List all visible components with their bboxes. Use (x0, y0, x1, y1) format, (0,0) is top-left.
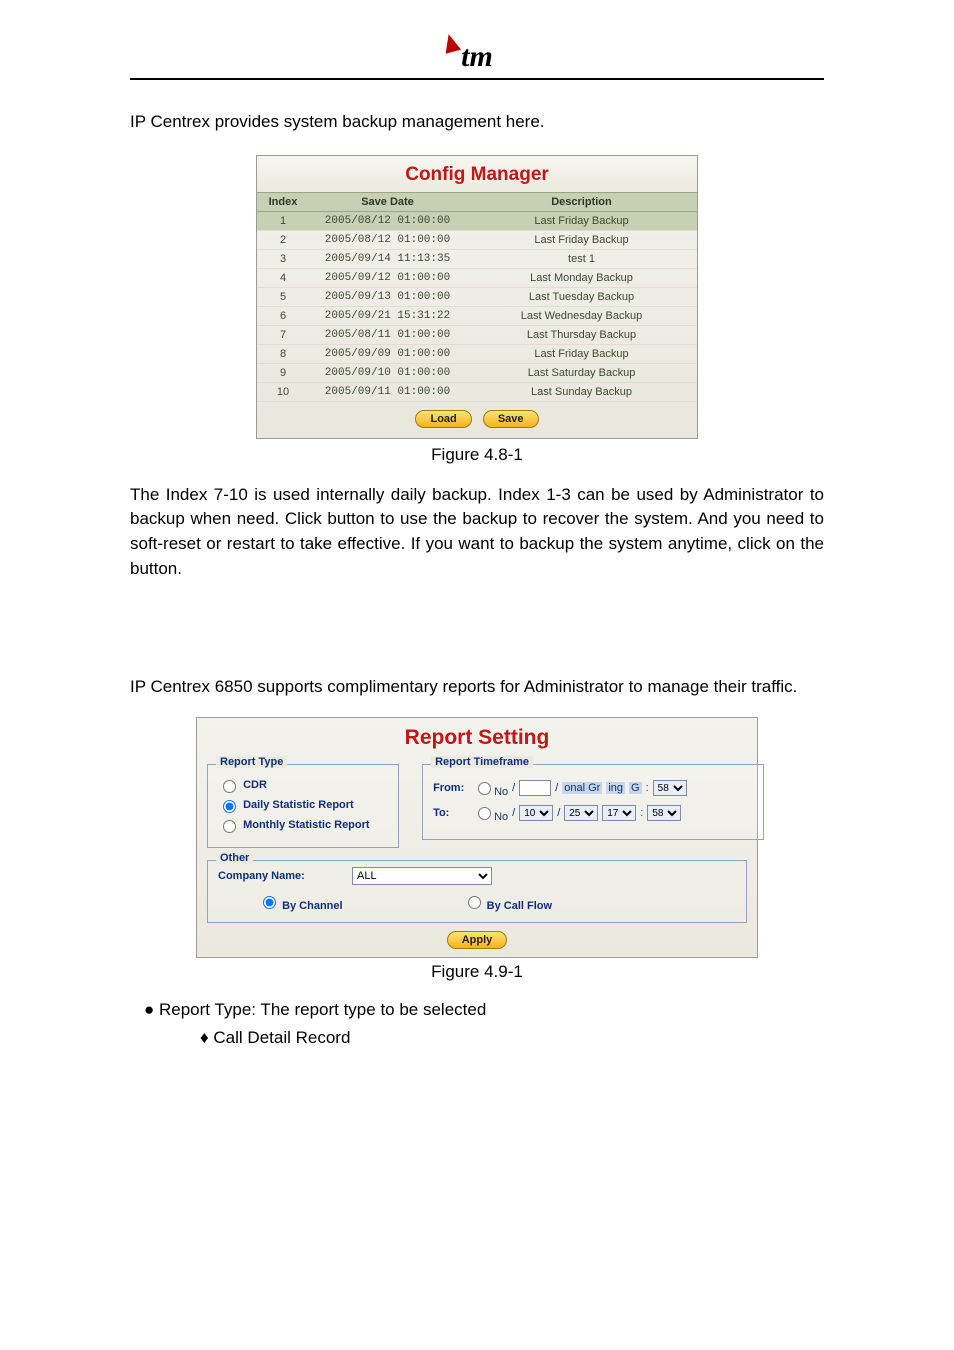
from-minute-select[interactable]: 58 (653, 780, 687, 796)
to-label: To: (433, 807, 469, 819)
table-row[interactable]: 6 2005/09/21 15:31:22 Last Wednesday Bac… (257, 307, 697, 326)
config-table-header: Index Save Date Description (257, 192, 697, 212)
intro-4-9: IP Centrex 6850 supports complimentary r… (130, 675, 824, 700)
to-month-select[interactable]: 10 (519, 805, 553, 821)
to-minute-select[interactable]: 58 (647, 805, 681, 821)
col-description: Description (466, 193, 697, 211)
logo-text: tm (461, 40, 493, 73)
table-row[interactable]: 10 2005/09/11 01:00:00 Last Sunday Backu… (257, 383, 697, 402)
report-title: Report Setting (197, 718, 757, 760)
company-name-select[interactable]: ALL (352, 867, 492, 885)
config-table-body: 1 2005/08/12 01:00:00 Last Friday Backup… (257, 212, 697, 402)
apply-button[interactable]: Apply (447, 931, 508, 949)
table-row[interactable]: 7 2005/08/11 01:00:00 Last Thursday Back… (257, 326, 697, 345)
report-setting-figure: Report Setting Report Type CDR Daily Sta… (196, 717, 758, 958)
bullet-cdr: Call Detail Record (200, 1028, 824, 1048)
fragment-g: G (629, 782, 642, 794)
table-row[interactable]: 4 2005/09/12 01:00:00 Last Monday Backup (257, 269, 697, 288)
from-no[interactable]: No (473, 779, 508, 798)
from-label: From: (433, 782, 469, 794)
fieldset-other: Other Company Name: ALL By Channel By Ca… (207, 860, 747, 923)
header-logo: tm (130, 40, 824, 74)
by-callflow-option[interactable]: By Call Flow (463, 893, 552, 912)
intro-4-8: IP Centrex provides system backup manage… (130, 110, 824, 135)
radio-monthly[interactable] (223, 820, 236, 833)
radio-cdr[interactable] (223, 780, 236, 793)
table-row[interactable]: 9 2005/09/10 01:00:00 Last Saturday Back… (257, 364, 697, 383)
save-button[interactable]: Save (483, 410, 539, 428)
fragment-onal-gr: onal Gr (562, 782, 602, 794)
company-name-label: Company Name: (218, 870, 338, 882)
col-index: Index (257, 193, 309, 211)
col-savedate: Save Date (309, 193, 466, 211)
opt-cdr[interactable]: CDR (218, 777, 388, 793)
load-button[interactable]: Load (415, 410, 471, 428)
opt-daily[interactable]: Daily Statistic Report (218, 797, 388, 813)
from-field-1[interactable] (519, 780, 551, 796)
config-manager-figure: Config Manager Index Save Date Descripti… (256, 155, 698, 439)
fragment-ing: ing (606, 782, 625, 794)
fieldset-report-timeframe: Report Timeframe From: No / / onal Gr in… (422, 764, 764, 840)
para-4-8-explain: The Index 7-10 is used internally daily … (130, 483, 824, 582)
figure-4-9-1-caption: Figure 4.9-1 (130, 962, 824, 982)
config-title: Config Manager (257, 156, 697, 192)
table-row[interactable]: 5 2005/09/13 01:00:00 Last Tuesday Backu… (257, 288, 697, 307)
table-row[interactable]: 3 2005/09/14 11:13:35 test 1 (257, 250, 697, 269)
legend-report-timeframe: Report Timeframe (431, 756, 533, 768)
bullet-cdr-text: Call Detail Record (213, 1028, 350, 1047)
figure-4-8-1-caption: Figure 4.8-1 (130, 445, 824, 465)
header-rule (130, 78, 824, 80)
to-hour-select[interactable]: 17 (602, 805, 636, 821)
to-day-select[interactable]: 25 (564, 805, 598, 821)
table-row[interactable]: 8 2005/09/09 01:00:00 Last Friday Backup (257, 345, 697, 364)
logo-arrow-icon (441, 32, 461, 54)
table-row[interactable]: 1 2005/08/12 01:00:00 Last Friday Backup (257, 212, 697, 231)
legend-other: Other (216, 852, 253, 864)
to-no[interactable]: No (473, 804, 508, 823)
radio-daily[interactable] (223, 800, 236, 813)
fieldset-report-type: Report Type CDR Daily Statistic Report M… (207, 764, 399, 848)
legend-report-type: Report Type (216, 756, 287, 768)
opt-monthly[interactable]: Monthly Statistic Report (218, 817, 388, 833)
bullet-report-type: Report Type: The report type to be selec… (144, 1000, 824, 1020)
table-row[interactable]: 2 2005/08/12 01:00:00 Last Friday Backup (257, 231, 697, 250)
by-channel-option[interactable]: By Channel (258, 893, 343, 912)
